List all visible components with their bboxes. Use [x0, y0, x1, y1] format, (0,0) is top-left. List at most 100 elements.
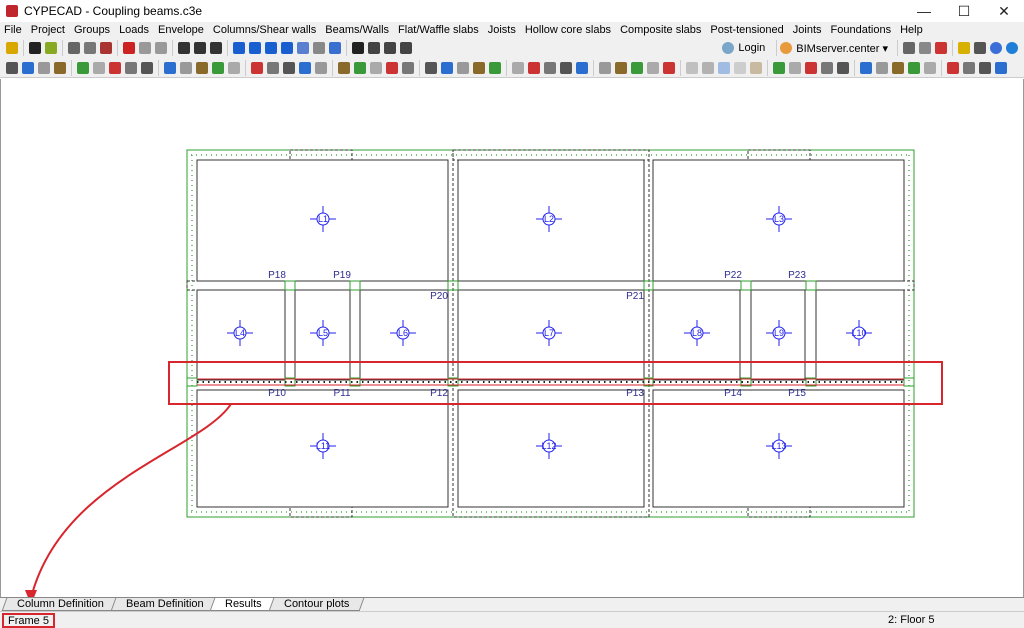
menu-envelope[interactable]: Envelope: [158, 24, 204, 36]
tool-icon[interactable]: [299, 61, 311, 74]
tool-icon[interactable]: [265, 42, 277, 54]
share-icon[interactable]: [935, 42, 947, 54]
tool-icon[interactable]: [544, 61, 556, 74]
slab-marker[interactable]: L13: [766, 433, 792, 459]
tool-icon[interactable]: [384, 42, 396, 54]
column-label[interactable]: P11: [333, 388, 350, 399]
menu-help[interactable]: Help: [900, 24, 923, 36]
tool-icon[interactable]: [489, 61, 501, 74]
tool-icon[interactable]: [210, 42, 222, 54]
slab-marker[interactable]: L2: [536, 206, 562, 232]
slab-marker[interactable]: L7: [536, 320, 562, 346]
tool-icon[interactable]: [860, 61, 872, 74]
tool-icon[interactable]: [686, 61, 698, 74]
tool-icon[interactable]: [100, 42, 112, 54]
menu-joists[interactable]: Joists: [488, 24, 516, 36]
tool-icon[interactable]: [599, 61, 611, 74]
tool-icon[interactable]: [647, 61, 659, 74]
transfer-icon[interactable]: [974, 42, 986, 54]
column-label[interactable]: P10: [268, 388, 286, 399]
slab-marker[interactable]: L12: [536, 433, 562, 459]
tool-icon[interactable]: [338, 61, 350, 74]
tab-beam-definition[interactable]: Beam Definition: [110, 598, 219, 611]
tool-icon[interactable]: [29, 42, 41, 54]
tool-icon[interactable]: [315, 61, 327, 74]
slab-marker[interactable]: L3: [766, 206, 792, 232]
slab-marker[interactable]: L10: [846, 320, 872, 346]
minimize-button[interactable]: —: [904, 0, 944, 22]
slab-marker[interactable]: L11: [310, 433, 336, 459]
tool-icon[interactable]: [77, 61, 89, 74]
menu-composite-slabs[interactable]: Composite slabs: [620, 24, 701, 36]
column-label[interactable]: P23: [788, 270, 806, 281]
tool-icon[interactable]: [402, 61, 414, 74]
tool-icon[interactable]: [734, 61, 746, 74]
menu-file[interactable]: File: [4, 24, 22, 36]
globe-icon[interactable]: [1006, 42, 1018, 54]
tool-icon[interactable]: [68, 42, 80, 54]
tool-icon[interactable]: [576, 61, 588, 74]
menu-groups[interactable]: Groups: [74, 24, 110, 36]
tool-icon[interactable]: [512, 61, 524, 74]
tool-icon[interactable]: [313, 42, 325, 54]
menu-joints[interactable]: Joints: [793, 24, 822, 36]
tool-icon[interactable]: [281, 42, 293, 54]
tool-icon[interactable]: [123, 42, 135, 54]
tool-icon[interactable]: [995, 61, 1007, 74]
slab-marker[interactable]: L6: [390, 320, 416, 346]
tool-icon[interactable]: [908, 61, 920, 74]
slab-marker[interactable]: L1: [310, 206, 336, 232]
menu-flat-waffle-slabs[interactable]: Flat/Waffle slabs: [398, 24, 479, 36]
tool-icon[interactable]: [947, 61, 959, 74]
menu-beams-walls[interactable]: Beams/Walls: [325, 24, 389, 36]
tool-icon[interactable]: [45, 42, 57, 54]
menu-hollow-core-slabs[interactable]: Hollow core slabs: [525, 24, 611, 36]
tool-icon[interactable]: [6, 42, 18, 54]
tool-icon[interactable]: [560, 61, 572, 74]
tool-icon[interactable]: [267, 61, 279, 74]
tool-icon[interactable]: [194, 42, 206, 54]
tool-icon[interactable]: [837, 61, 849, 74]
tool-icon[interactable]: [979, 61, 991, 74]
tool-icon[interactable]: [233, 42, 245, 54]
tool-icon[interactable]: [283, 61, 295, 74]
menu-columns-shear-walls[interactable]: Columns/Shear walls: [213, 24, 316, 36]
tool-icon[interactable]: [22, 61, 34, 74]
tool-icon[interactable]: [196, 61, 208, 74]
tool-icon[interactable]: [155, 42, 167, 54]
menu-project[interactable]: Project: [31, 24, 65, 36]
menu-post-tensioned[interactable]: Post-tensioned: [710, 24, 783, 36]
tool-icon[interactable]: [93, 61, 105, 74]
print-icon[interactable]: [903, 42, 915, 54]
tool-icon[interactable]: [354, 61, 366, 74]
tool-icon[interactable]: [631, 61, 643, 74]
tool-icon[interactable]: [164, 61, 176, 74]
tool-icon[interactable]: [141, 61, 153, 74]
tool-icon[interactable]: [109, 61, 121, 74]
tool-icon[interactable]: [789, 61, 801, 74]
tool-icon[interactable]: [368, 42, 380, 54]
tool-icon[interactable]: [84, 42, 96, 54]
tool-icon[interactable]: [702, 61, 714, 74]
tool-icon[interactable]: [457, 61, 469, 74]
tool-icon[interactable]: [249, 42, 261, 54]
tool-icon[interactable]: [251, 61, 263, 74]
tool-icon[interactable]: [441, 61, 453, 74]
settings-icon[interactable]: [958, 42, 970, 54]
slab-marker[interactable]: L4: [227, 320, 253, 346]
tab-results[interactable]: Results: [210, 598, 278, 611]
tool-icon[interactable]: [178, 42, 190, 54]
slab-marker[interactable]: L8: [684, 320, 710, 346]
close-button[interactable]: ✕: [984, 0, 1024, 22]
menu-foundations[interactable]: Foundations: [831, 24, 892, 36]
tool-icon[interactable]: [329, 42, 341, 54]
tool-icon[interactable]: [386, 61, 398, 74]
tab-contour-plots[interactable]: Contour plots: [268, 598, 365, 611]
tool-icon[interactable]: [180, 61, 192, 74]
slab-marker[interactable]: L9: [766, 320, 792, 346]
column-label[interactable]: P20: [430, 291, 448, 302]
menu-loads[interactable]: Loads: [119, 24, 149, 36]
login-button[interactable]: Login: [738, 42, 765, 54]
export-icon[interactable]: [919, 42, 931, 54]
tool-icon[interactable]: [228, 61, 240, 74]
